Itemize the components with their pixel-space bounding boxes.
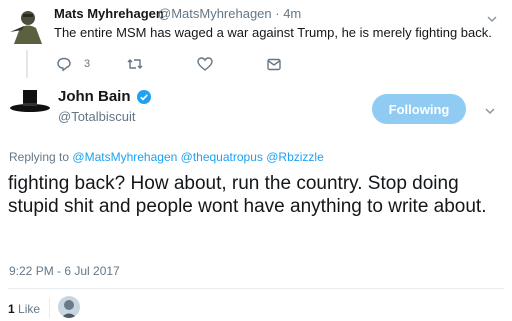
tweet-chevron-down-icon[interactable] [484, 104, 496, 116]
parent-author-name[interactable]: Mats Myhrehagen [54, 6, 164, 21]
retweet-icon[interactable] [126, 56, 144, 77]
tweet-timestamp[interactable]: 9:22 PM - 6 Jul 2017 [9, 264, 120, 278]
stats-separator [49, 298, 50, 318]
parent-tweet-text: The entire MSM has waged a war against T… [54, 25, 492, 40]
parent-author-handle[interactable]: @MatsMyhrehagen · 4m [158, 6, 301, 21]
like-label: Like [18, 302, 41, 316]
mention-link[interactable]: @Rbzizzle [266, 150, 324, 164]
reply-count: 3 [84, 58, 91, 70]
mention-link[interactable]: @thequatropus [181, 150, 263, 164]
avatar-parent[interactable] [8, 6, 48, 46]
reply-icon[interactable] [56, 56, 72, 77]
liker-avatar[interactable] [58, 296, 80, 318]
verified-badge-icon [137, 90, 151, 104]
direct-message-icon[interactable] [266, 56, 282, 77]
replying-to-label: Replying to [9, 150, 70, 164]
mention-link[interactable]: @MatsMyhrehagen [72, 150, 177, 164]
like-stats[interactable]: 1 Like [8, 302, 40, 316]
divider [8, 288, 504, 289]
tweet-text: fighting back? How about, run the countr… [8, 173, 487, 217]
author-name[interactable]: John Bain [58, 88, 131, 105]
like-heart-icon[interactable] [197, 56, 213, 77]
author-handle[interactable]: @Totalbiscuit [58, 109, 136, 124]
following-button[interactable]: Following [372, 94, 466, 124]
avatar-author[interactable] [8, 86, 52, 130]
parent-chevron-down-icon[interactable] [486, 12, 498, 24]
thread-connector [26, 50, 28, 78]
like-count: 1 [8, 302, 15, 316]
replying-to-line: Replying to @MatsMyhrehagen @thequatropu… [9, 150, 324, 164]
